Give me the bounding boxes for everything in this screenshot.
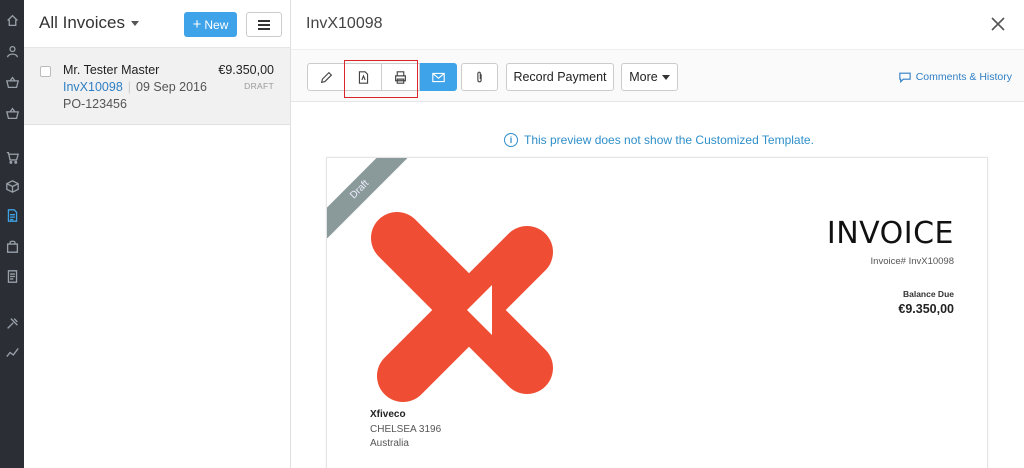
- invoice-reference-number: Invoice# InvX10098: [870, 256, 954, 267]
- invoice-document: Draft Xfiveco CHELSEA 3196 Australia INV…: [326, 157, 988, 468]
- invoice-detail-pane: InvX10098 Record Payment More Comments &…: [291, 0, 1024, 468]
- email-button[interactable]: [420, 63, 457, 91]
- preview-notice: i This preview does not show the Customi…: [504, 133, 814, 147]
- pencil-icon: [320, 71, 332, 83]
- hamburger-icon-bar: [258, 27, 270, 30]
- record-payment-button[interactable]: Record Payment: [506, 63, 614, 91]
- balance-due-label: Balance Due: [902, 289, 954, 299]
- company-address-line: Australia: [370, 438, 409, 449]
- new-invoice-button[interactable]: + New: [184, 12, 237, 37]
- mail-icon: [432, 72, 445, 82]
- attach-button[interactable]: [461, 63, 498, 91]
- chart-icon[interactable]: [4, 344, 20, 360]
- company-address-line: CHELSEA 3196: [370, 424, 442, 435]
- document-icon[interactable]: [4, 207, 20, 223]
- close-icon: [991, 17, 1005, 31]
- pdf-icon: [358, 70, 368, 84]
- invoice-amount: €9.350,00: [218, 63, 274, 77]
- print-button[interactable]: [382, 63, 420, 91]
- comments-label: Comments & History: [915, 71, 1012, 83]
- pdf-button[interactable]: [345, 63, 382, 91]
- notebook-icon[interactable]: [4, 268, 20, 284]
- more-label: More: [629, 70, 658, 84]
- list-filter-dropdown[interactable]: All Invoices: [39, 13, 139, 33]
- comments-history-link[interactable]: Comments & History: [899, 71, 1012, 83]
- invoice-preview-area: i This preview does not show the Customi…: [291, 103, 1024, 468]
- box-icon[interactable]: [4, 178, 20, 194]
- close-button[interactable]: [990, 16, 1006, 32]
- bag-icon[interactable]: [4, 238, 20, 254]
- notice-text: This preview does not show the Customize…: [524, 133, 814, 147]
- page-title: InvX10098: [306, 15, 383, 32]
- basket-icon[interactable]: [4, 74, 20, 90]
- invoice-date: 09 Sep 2016: [136, 80, 207, 94]
- new-button-label: New: [204, 17, 229, 32]
- invoice-heading: INVOICE: [826, 216, 954, 251]
- company-name: Xfiveco: [370, 409, 406, 420]
- info-icon: i: [504, 133, 518, 147]
- list-header: All Invoices + New: [24, 0, 290, 48]
- nav-rail: [0, 0, 24, 468]
- tools-icon[interactable]: [4, 315, 20, 331]
- status-badge: DRAFT: [244, 81, 274, 91]
- comment-icon: [899, 72, 911, 83]
- list-title: All Invoices: [39, 13, 125, 32]
- company-logo: [371, 212, 553, 402]
- printer-icon: [395, 70, 406, 84]
- home-icon[interactable]: [4, 12, 20, 28]
- balance-due-value: €9.350,00: [898, 302, 954, 316]
- paperclip-icon: [477, 71, 482, 82]
- invoice-number-link[interactable]: InvX10098: [63, 80, 123, 94]
- more-dropdown[interactable]: More: [621, 63, 678, 91]
- list-menu-button[interactable]: [246, 12, 282, 37]
- invoice-meta: InvX10098 | 09 Sep 2016: [63, 80, 207, 94]
- cart-icon[interactable]: [4, 149, 20, 165]
- user-icon[interactable]: [4, 43, 20, 59]
- separator: |: [127, 80, 132, 94]
- hamburger-icon: [258, 19, 270, 22]
- invoice-reference: PO-123456: [63, 97, 127, 111]
- chevron-down-icon: [130, 21, 139, 27]
- hamburger-icon-bar: [258, 23, 270, 26]
- edit-button[interactable]: [307, 63, 345, 91]
- basket-icon[interactable]: [4, 105, 20, 121]
- plus-icon: +: [192, 16, 202, 33]
- invoice-toolbar: Record Payment More Comments & History: [291, 49, 1024, 102]
- chevron-down-icon: [661, 74, 670, 80]
- invoice-list-pane: All Invoices + New Mr. Tester Master €9.…: [24, 0, 291, 468]
- row-checkbox[interactable]: [40, 66, 51, 77]
- invoice-customer: Mr. Tester Master: [63, 63, 160, 77]
- list-item[interactable]: Mr. Tester Master €9.350,00 InvX10098 | 09…: [24, 48, 290, 125]
